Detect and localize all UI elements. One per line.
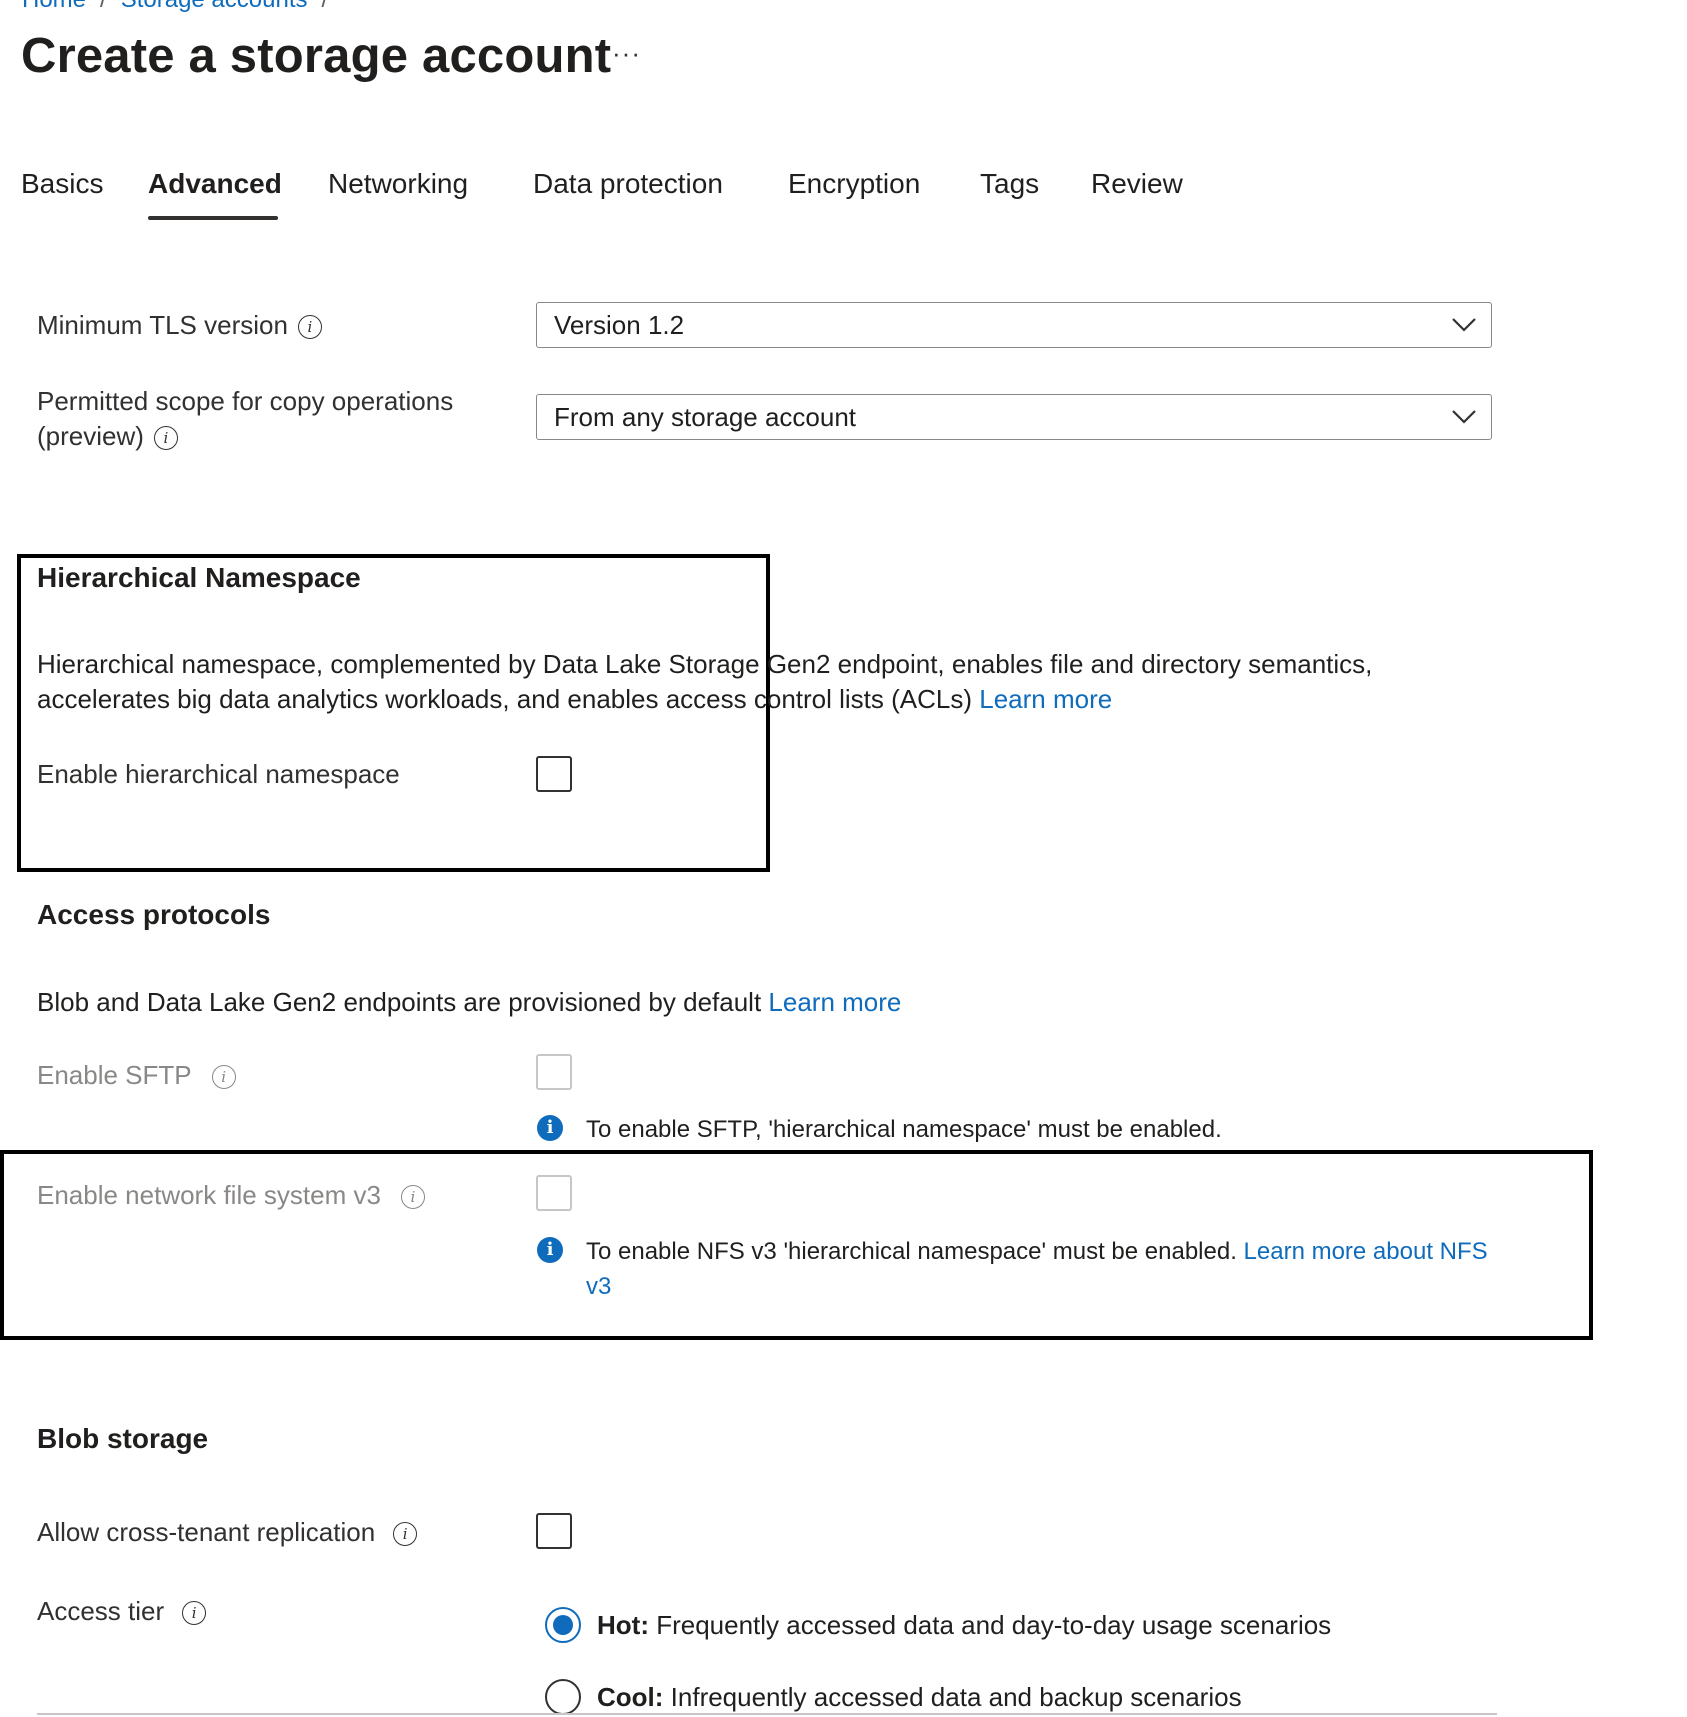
enable-hns-checkbox[interactable] <box>536 756 572 792</box>
access-tier-hot-label[interactable]: Hot: Frequently accessed data and day-to… <box>597 1608 1331 1643</box>
tab-tags[interactable]: Tags <box>980 168 1039 200</box>
sftp-note-text: To enable SFTP, 'hierarchical namespace'… <box>586 1116 1222 1143</box>
hns-learn-more-link[interactable]: Learn more <box>979 684 1112 714</box>
tab-advanced[interactable]: Advanced <box>148 168 282 200</box>
access-tier-cool-label[interactable]: Cool: Infrequently accessed data and bac… <box>597 1680 1242 1715</box>
info-filled-icon: i <box>537 1237 563 1263</box>
hierarchical-namespace-description-text: Hierarchical namespace, complemented by … <box>37 649 1373 714</box>
access-tier-cool-radio[interactable] <box>545 1679 581 1715</box>
active-tab-indicator <box>148 216 278 220</box>
hot-option-desc: Frequently accessed data and day-to-day … <box>656 1610 1332 1640</box>
access-protocols-description: Blob and Data Lake Gen2 endpoints are pr… <box>37 985 1497 1020</box>
nfs-note-message: To enable NFS v3 'hierarchical namespace… <box>586 1238 1237 1265</box>
cool-option-name: Cool: <box>597 1682 664 1712</box>
chevron-down-icon <box>1452 318 1476 332</box>
info-filled-icon: i <box>537 1115 563 1141</box>
sftp-note: i To enable SFTP, 'hierarchical namespac… <box>537 1112 1497 1152</box>
copy-scope-label-text: (preview) <box>37 421 144 451</box>
tab-encryption[interactable]: Encryption <box>788 168 920 200</box>
nfs-note: i To enable NFS v3 'hierarchical namespa… <box>537 1234 1497 1306</box>
cross-tenant-checkbox[interactable] <box>536 1513 572 1549</box>
min-tls-dropdown[interactable]: Version 1.2 <box>536 302 1492 348</box>
info-icon[interactable]: i <box>297 315 322 340</box>
cool-option-desc: Infrequently accessed data and backup sc… <box>670 1682 1242 1712</box>
enable-nfs-checkbox[interactable] <box>536 1175 572 1211</box>
info-icon[interactable]: i <box>153 426 178 451</box>
enable-nfs-label-text: Enable network file system v3 <box>37 1180 381 1210</box>
enable-sftp-label-text: Enable SFTP <box>37 1060 192 1090</box>
copy-scope-label-line1: Permitted scope for copy operations <box>37 386 454 416</box>
info-icon[interactable]: i <box>182 1601 207 1626</box>
tab-networking[interactable]: Networking <box>328 168 468 200</box>
access-tier-label: Access tier i <box>37 1594 207 1629</box>
breadcrumb-separator: / <box>100 0 107 13</box>
breadcrumb: Home / Storage accounts / <box>22 0 342 14</box>
tab-basics[interactable]: Basics <box>21 168 103 200</box>
hierarchical-namespace-heading: Hierarchical Namespace <box>37 562 361 593</box>
page-title: Create a storage account <box>21 29 612 83</box>
copy-scope-value: From any storage account <box>554 402 857 432</box>
breadcrumb-separator: / <box>322 0 329 13</box>
access-protocols-heading: Access protocols <box>37 899 271 930</box>
info-icon[interactable]: i <box>400 1185 425 1210</box>
chevron-down-icon <box>1452 410 1476 424</box>
scrolled-row-remnant <box>34 232 454 262</box>
hot-option-name: Hot: <box>597 1610 649 1640</box>
enable-nfs-label: Enable network file system v3 i <box>37 1178 425 1213</box>
min-tls-label-text: Minimum TLS version <box>37 310 288 340</box>
blob-storage-heading: Blob storage <box>37 1423 209 1454</box>
access-protocols-description-text: Blob and Data Lake Gen2 endpoints are pr… <box>37 987 762 1017</box>
nfs-note-text: To enable NFS v3 'hierarchical namespace… <box>586 1234 1496 1304</box>
breadcrumb-storage-accounts-link[interactable]: Storage accounts <box>121 0 308 13</box>
enable-hns-label: Enable hierarchical namespace <box>37 759 400 789</box>
cross-tenant-label-text: Allow cross-tenant replication <box>37 1517 376 1547</box>
access-tier-label-text: Access tier <box>37 1596 165 1626</box>
min-tls-label: Minimum TLS version i <box>37 308 322 343</box>
bottom-divider <box>37 1713 1497 1715</box>
hierarchical-namespace-description: Hierarchical namespace, complemented by … <box>37 647 1497 717</box>
enable-sftp-checkbox[interactable] <box>536 1054 572 1090</box>
more-options-button[interactable]: ··· <box>612 38 641 69</box>
tab-review[interactable]: Review <box>1091 168 1183 200</box>
enable-sftp-label: Enable SFTP i <box>37 1058 236 1093</box>
copy-scope-label-line2: (preview) i <box>37 419 178 454</box>
cross-tenant-label: Allow cross-tenant replication i <box>37 1515 418 1550</box>
info-icon[interactable]: i <box>393 1522 418 1547</box>
breadcrumb-home-link[interactable]: Home <box>22 0 86 13</box>
tab-data-protection[interactable]: Data protection <box>533 168 723 200</box>
copy-scope-dropdown[interactable]: From any storage account <box>536 394 1492 440</box>
access-tier-hot-radio[interactable] <box>545 1607 581 1643</box>
info-icon[interactable]: i <box>211 1065 236 1090</box>
access-protocols-learn-more-link[interactable]: Learn more <box>768 987 901 1017</box>
radio-selected-dot <box>553 1615 573 1635</box>
min-tls-value: Version 1.2 <box>554 310 685 340</box>
